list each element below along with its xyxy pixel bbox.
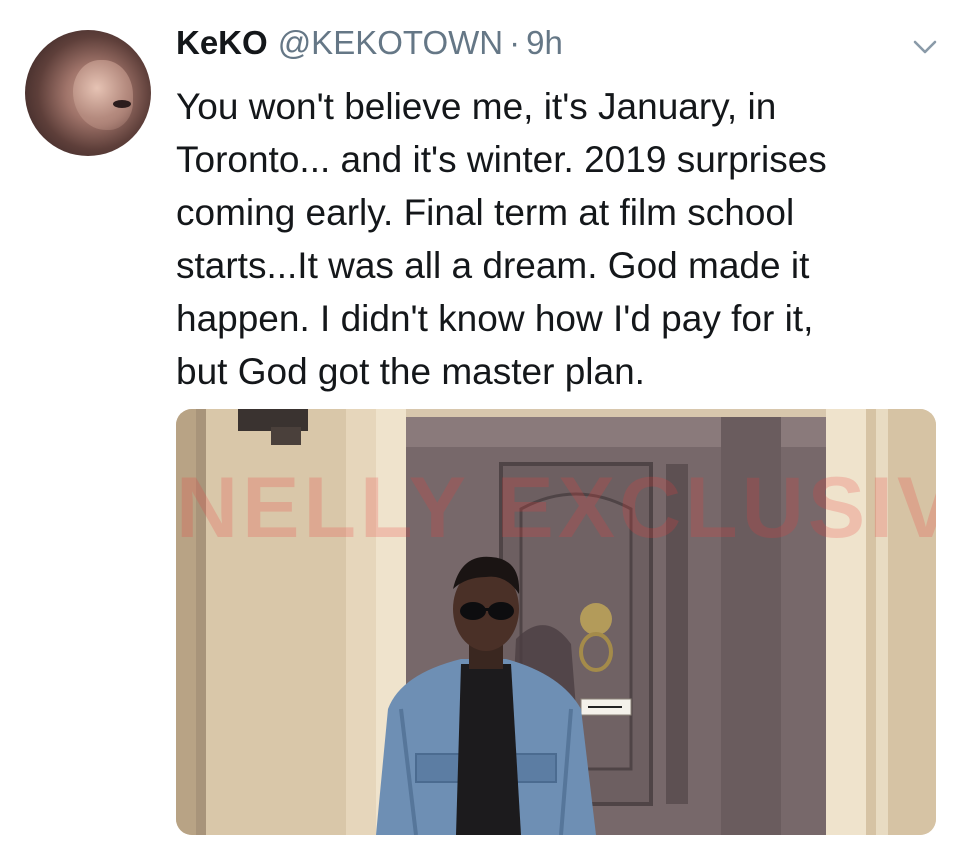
separator-dot: · [509,24,521,61]
avatar-hand-shape [73,60,133,130]
tweet: KeKO @KEKOTOWN · 9h You won't believe me… [0,0,960,848]
photo-illustration [176,409,936,835]
tweet-photo[interactable]: NELLY EXCLUSIVE [176,409,936,835]
avatar[interactable] [25,30,151,156]
display-name[interactable]: KeKO [176,24,268,62]
avatar-eye-shape [113,100,131,108]
chevron-down-icon[interactable] [912,38,938,56]
tweet-text: You won't believe me, it's January, in T… [176,86,827,392]
user-handle[interactable]: @KEKOTOWN [278,24,503,62]
tweet-timestamp[interactable]: 9h [526,24,563,62]
tweet-header: KeKO @KEKOTOWN · 9h [176,24,563,68]
